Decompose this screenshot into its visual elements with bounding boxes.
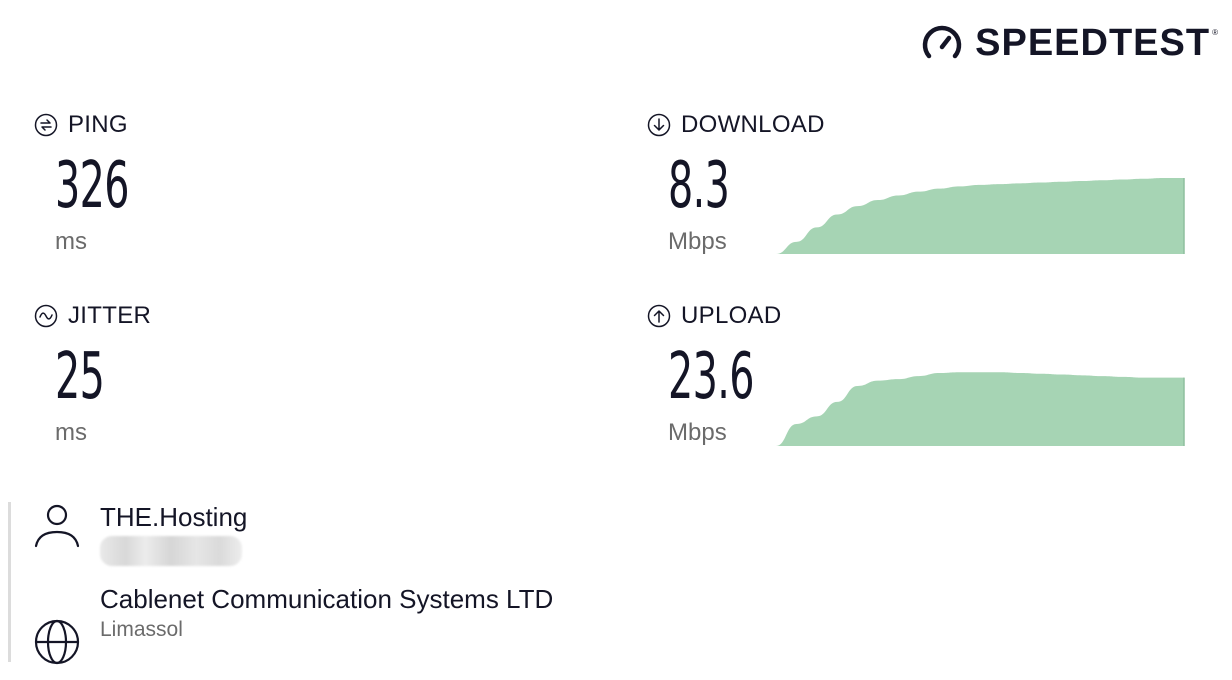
blurred-ip-address	[100, 536, 242, 566]
ping-value: 326	[55, 149, 129, 223]
server-info: THE.Hosting Cablenet Communication Syste…	[8, 502, 711, 665]
download-graph-area	[776, 178, 1184, 254]
upload-speed-graph	[776, 372, 1185, 446]
isp-location: Limassol	[100, 618, 183, 641]
speedometer-icon	[922, 25, 962, 59]
upload-arrow-icon	[647, 304, 671, 328]
ping-metric: PING 326 ms	[34, 110, 174, 256]
upload-label: UPLOAD	[681, 302, 782, 329]
download-arrow-icon	[647, 113, 671, 137]
upload-graph-area	[776, 372, 1184, 446]
globe-icon	[34, 619, 80, 665]
ping-unit: ms	[55, 228, 87, 255]
user-icon	[34, 504, 80, 548]
jitter-value: 25	[55, 340, 105, 414]
speedtest-logo[interactable]: SPEEDTEST ®	[921, 22, 1218, 64]
isp-name[interactable]: Cablenet Communication Systems LTD	[100, 584, 553, 615]
ping-icon	[34, 113, 58, 137]
brand-trademark: ®	[1212, 28, 1218, 37]
jitter-icon	[34, 304, 58, 328]
brand-name: SPEEDTEST	[975, 22, 1211, 64]
download-label: DOWNLOAD	[681, 111, 825, 138]
jitter-label: JITTER	[68, 302, 152, 329]
download-value: 8.3	[668, 149, 730, 223]
download-speed-graph	[776, 178, 1185, 254]
host-name[interactable]: THE.Hosting	[100, 502, 247, 533]
jitter-metric: JITTER 25 ms	[34, 301, 151, 447]
jitter-unit: ms	[55, 419, 87, 446]
ping-label: PING	[68, 111, 128, 138]
speedtest-results: SPEEDTEST ® PING 326 ms JITTER 25 ms DOW…	[0, 0, 1232, 680]
upload-value: 23.6	[668, 340, 754, 414]
